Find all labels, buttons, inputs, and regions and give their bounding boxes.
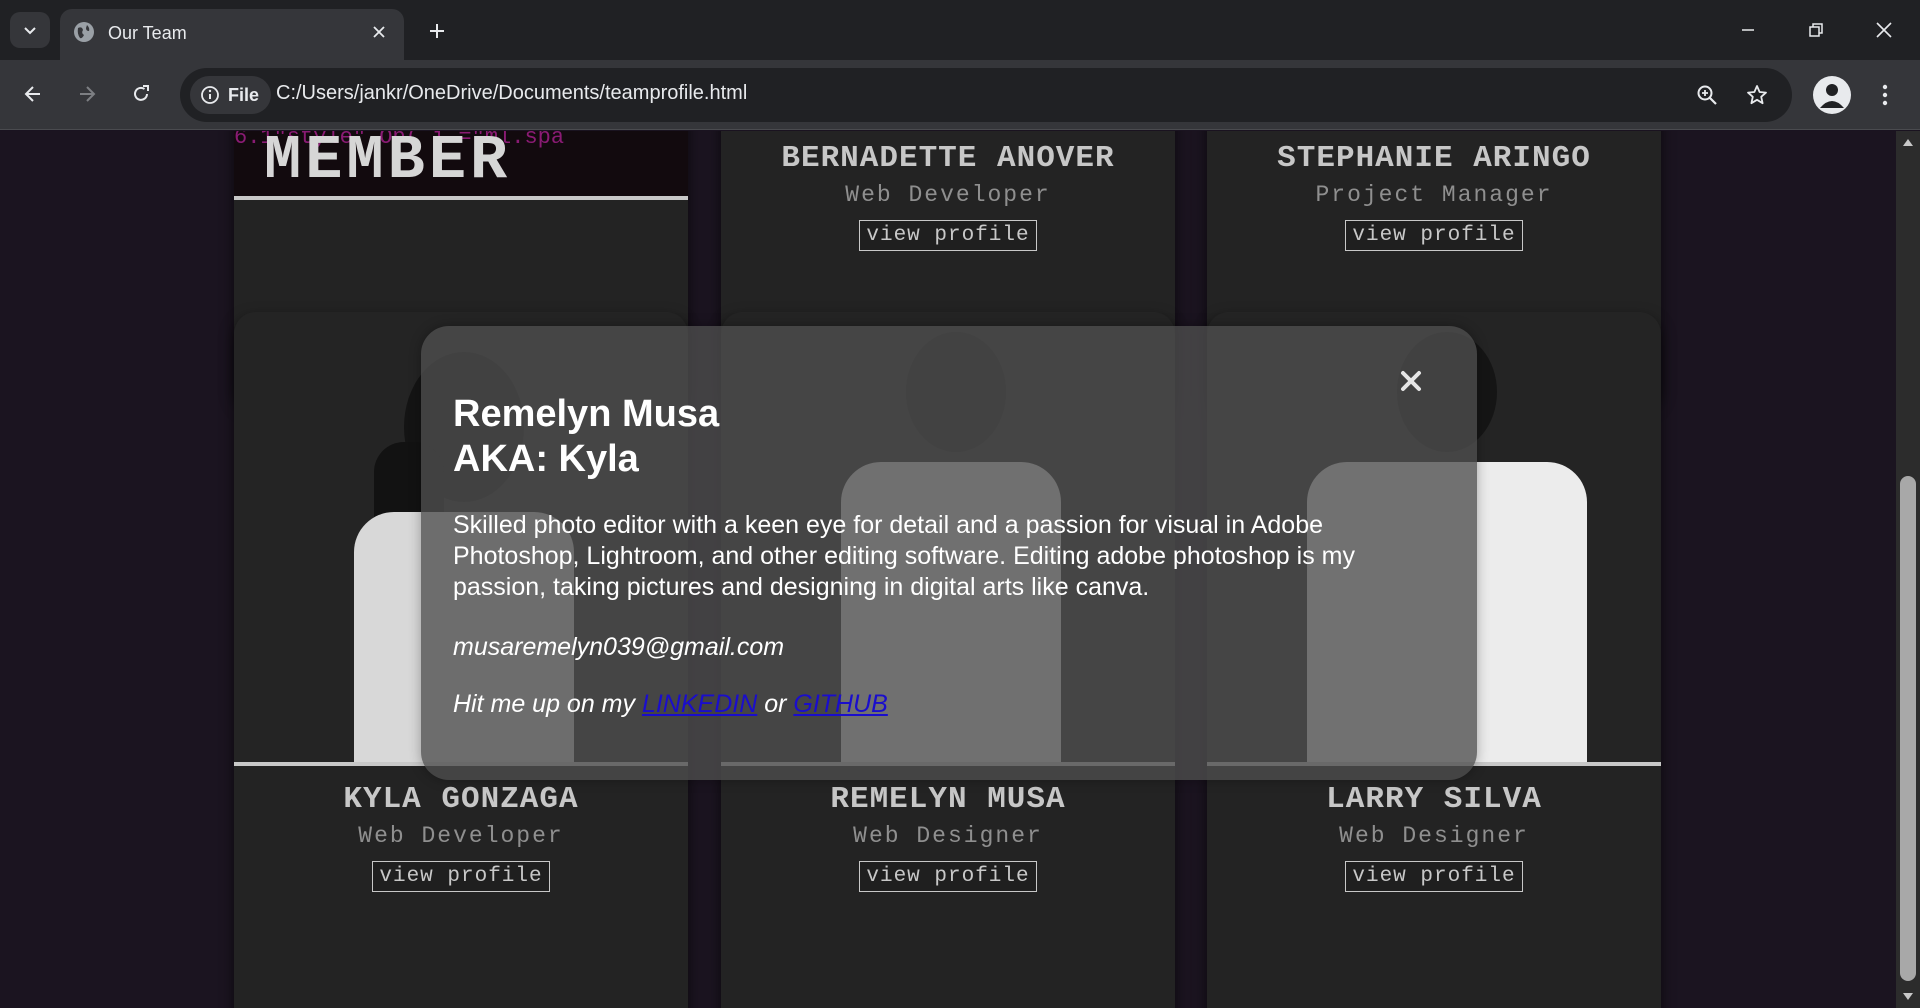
window-close-button[interactable] xyxy=(1862,8,1906,52)
browser-toolbar: File C:/Users/jankr/OneDrive/Documents/t… xyxy=(0,60,1920,130)
view-profile-button[interactable]: view profile xyxy=(1345,220,1523,251)
close-icon xyxy=(1401,371,1421,391)
chevron-down-icon xyxy=(24,27,36,35)
avatar-icon xyxy=(1820,84,1844,108)
github-link[interactable]: GITHUB xyxy=(793,690,887,718)
close-icon xyxy=(1876,22,1892,38)
banner-heading: MEMBER xyxy=(264,131,512,196)
profile-modal: Remelyn Musa AKA: Kyla Skilled photo edi… xyxy=(421,326,1477,780)
arrow-left-icon xyxy=(24,86,40,102)
address-bar[interactable]: File C:/Users/jankr/OneDrive/Documents/t… xyxy=(180,68,1792,122)
page-scrollbar[interactable] xyxy=(1896,131,1920,1008)
modal-aka: AKA: Kyla xyxy=(453,438,639,480)
member-name: BERNADETTE ANOVER xyxy=(781,141,1115,176)
card-info: REMELYN MUSA Web Designer view profile xyxy=(721,782,1175,892)
tab-title: Our Team xyxy=(108,23,187,43)
bookmark-button[interactable] xyxy=(1740,78,1774,112)
member-name: REMELYN MUSA xyxy=(830,782,1066,817)
zoom-icon xyxy=(1697,85,1717,105)
new-tab-button[interactable] xyxy=(420,14,454,48)
globe-icon xyxy=(74,22,94,42)
member-banner: 6.1"style" Op( i ="ml.spa MEMBER xyxy=(234,131,688,200)
scrollbar-thumb[interactable] xyxy=(1900,476,1916,981)
star-icon xyxy=(1747,85,1767,105)
member-role: Web Designer xyxy=(1339,823,1529,849)
view-profile-button[interactable]: view profile xyxy=(1345,861,1523,892)
view-profile-button[interactable]: view profile xyxy=(372,861,550,892)
tab-our-team[interactable]: Our Team xyxy=(60,9,404,60)
browser-menu-button[interactable] xyxy=(1870,76,1900,114)
modal-description: Skilled photo editor with a keen eye for… xyxy=(453,511,1355,601)
kebab-menu-icon xyxy=(1882,84,1888,106)
forward-button[interactable] xyxy=(68,75,106,113)
plus-icon xyxy=(430,24,444,38)
modal-contact-line: Hit me up on my LINKEDIN or GITHUB xyxy=(453,690,888,719)
scroll-down-arrow-icon[interactable] xyxy=(1903,993,1913,1000)
member-role: Project Manager xyxy=(1315,182,1553,208)
tab-strip: Our Team xyxy=(0,0,1920,60)
site-info-chip[interactable]: File xyxy=(190,76,272,114)
member-name: LARRY SILVA xyxy=(1326,782,1542,817)
restore-button[interactable] xyxy=(1794,8,1838,52)
card-info: STEPHANIE ARINGO Project Manager view pr… xyxy=(1207,141,1661,251)
card-info: KYLA GONZAGA Web Developer view profile xyxy=(234,782,688,892)
view-profile-button[interactable]: view profile xyxy=(859,861,1037,892)
reload-button[interactable] xyxy=(122,75,160,113)
info-icon xyxy=(201,86,219,104)
file-chip-label: File xyxy=(228,84,260,105)
scroll-up-arrow-icon[interactable] xyxy=(1903,139,1913,146)
card-info: BERNADETTE ANOVER Web Developer view pro… xyxy=(721,141,1175,251)
minimize-button[interactable] xyxy=(1726,8,1770,52)
back-button[interactable] xyxy=(14,75,52,113)
modal-title: Remelyn Musa AKA: Kyla xyxy=(453,392,719,482)
linkedin-link[interactable]: LINKEDIN xyxy=(642,690,757,718)
modal-close-button[interactable] xyxy=(1396,366,1426,396)
member-role: Web Developer xyxy=(845,182,1051,208)
card-info: LARRY SILVA Web Designer view profile xyxy=(1207,782,1661,892)
profile-button[interactable] xyxy=(1813,76,1851,114)
close-icon xyxy=(373,26,385,38)
minimize-icon xyxy=(1742,29,1754,31)
modal-email: musaremelyn039@gmail.com xyxy=(453,633,785,661)
member-name: KYLA GONZAGA xyxy=(343,782,579,817)
arrow-right-icon xyxy=(80,86,96,102)
contact-or: or xyxy=(757,690,794,718)
modal-name: Remelyn Musa xyxy=(453,393,720,435)
reload-icon xyxy=(134,85,149,101)
zoom-button[interactable] xyxy=(1690,78,1724,112)
tab-close-button[interactable] xyxy=(366,19,392,45)
member-name: STEPHANIE ARINGO xyxy=(1277,141,1591,176)
tab-search-button[interactable] xyxy=(10,12,50,48)
view-profile-button[interactable]: view profile xyxy=(859,220,1037,251)
page-viewport: 6.1"style" Op( i ="ml.spa MEMBER BERNADE… xyxy=(0,131,1896,1008)
member-role: Web Designer xyxy=(853,823,1043,849)
restore-icon xyxy=(1809,23,1823,37)
url-text[interactable]: C:/Users/jankr/OneDrive/Documents/teampr… xyxy=(276,82,747,105)
member-role: Web Developer xyxy=(358,823,564,849)
contact-prefix: Hit me up on my xyxy=(453,690,642,718)
